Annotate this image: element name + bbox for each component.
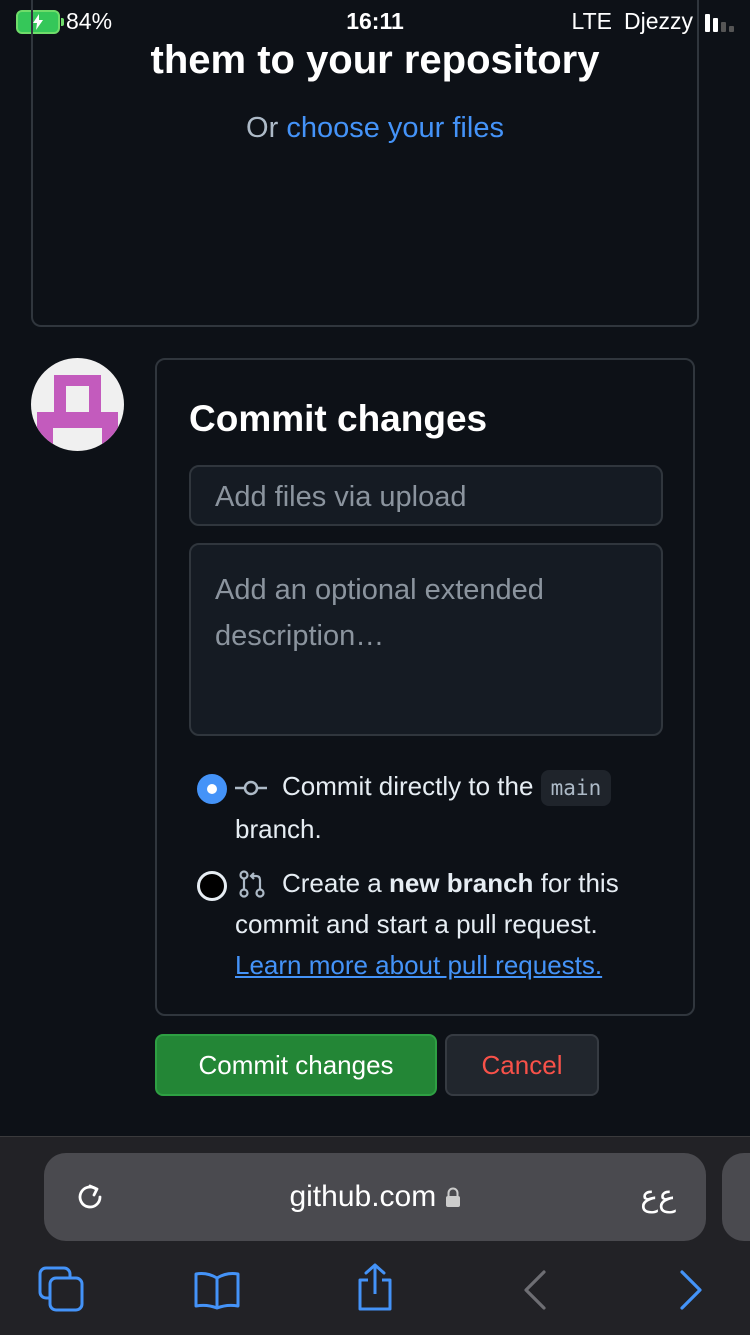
- tabs-icon[interactable]: [38, 1266, 84, 1312]
- drop-zone-subtitle: Or choose your files: [0, 112, 750, 145]
- share-icon[interactable]: [355, 1262, 395, 1312]
- next-tab-preview[interactable]: [722, 1153, 750, 1241]
- commit-direct-text: Commit directly to the: [282, 771, 534, 801]
- new-branch-text: Create a: [282, 868, 382, 898]
- commit-direct-text-after: branch.: [235, 814, 322, 844]
- address-bar[interactable]: github.com ﻉﻉ: [44, 1153, 706, 1241]
- drop-zone-title: them to your repository: [150, 38, 600, 82]
- commit-direct-radio[interactable]: [197, 774, 227, 804]
- new-branch-bold: new branch: [388, 868, 534, 898]
- url-text: github.com: [289, 1180, 437, 1213]
- commit-summary-input[interactable]: Add files via upload: [189, 465, 663, 526]
- or-text: Or: [246, 112, 279, 144]
- bookmarks-icon[interactable]: [193, 1270, 241, 1310]
- cancel-button[interactable]: Cancel: [445, 1034, 599, 1096]
- commit-description-input[interactable]: Add an optional extended description…: [189, 543, 663, 736]
- back-icon[interactable]: [522, 1270, 550, 1310]
- choose-files-link[interactable]: choose your files: [286, 112, 504, 144]
- url-display[interactable]: github.com: [44, 1180, 706, 1214]
- commit-title: Commit changes: [189, 398, 488, 439]
- commit-changes-button[interactable]: Commit changes: [155, 1034, 437, 1096]
- learn-more-pr-link[interactable]: Learn more about pull requests.: [235, 950, 602, 980]
- branch-name-badge: main: [540, 770, 612, 806]
- reader-mode-button[interactable]: ﻉﻉ: [640, 1179, 676, 1214]
- forward-icon[interactable]: [676, 1270, 704, 1310]
- avatar: [31, 358, 124, 451]
- lock-icon: [445, 1187, 460, 1207]
- signal-icon: [705, 12, 734, 32]
- new-branch-radio[interactable]: [197, 871, 227, 901]
- commit-direct-option: Commit directly to the main branch.: [235, 766, 665, 850]
- new-branch-option: Create a new branch for this commit and …: [235, 863, 665, 986]
